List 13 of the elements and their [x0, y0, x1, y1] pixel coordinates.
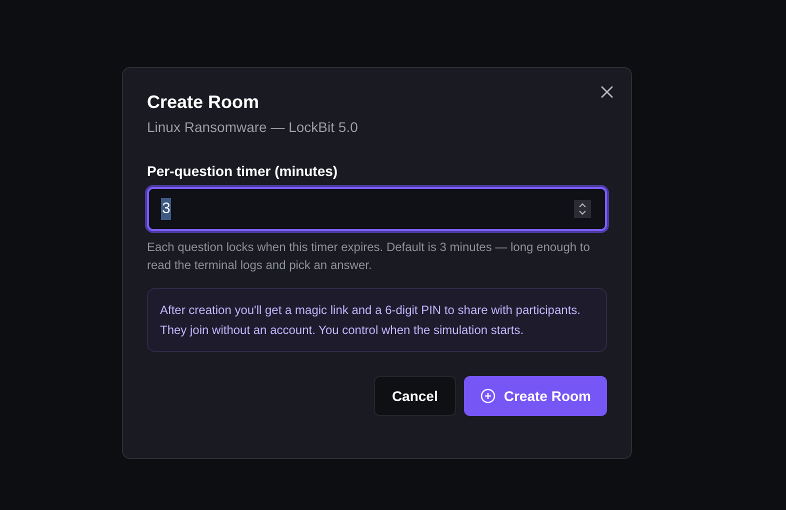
timer-input-field[interactable]: 3 [147, 187, 607, 231]
info-text: After creation you'll get a magic link and a 6-digit PIN to share with participants. They join without an account. You control when the simulation starts. [160, 302, 582, 339]
close-icon [601, 86, 613, 98]
help-text: Each question locks when this timer expires. Default is 3 minutes — long enough to read the terminal logs and pick an answer. [147, 239, 591, 274]
input-value: 3 [161, 198, 172, 220]
dialog-subtitle: Linux Ransomware — LockBit 5.0 [147, 118, 359, 137]
cancel-button[interactable]: Cancel [374, 376, 456, 416]
field-label: Per-question timer (minutes) [147, 162, 339, 181]
stepper-icon[interactable] [574, 200, 591, 218]
plus-circle-icon [480, 388, 496, 404]
close-button[interactable] [599, 84, 615, 100]
create-room-button[interactable]: Create Room [464, 376, 607, 416]
dialog-title: Create Room [147, 91, 260, 114]
